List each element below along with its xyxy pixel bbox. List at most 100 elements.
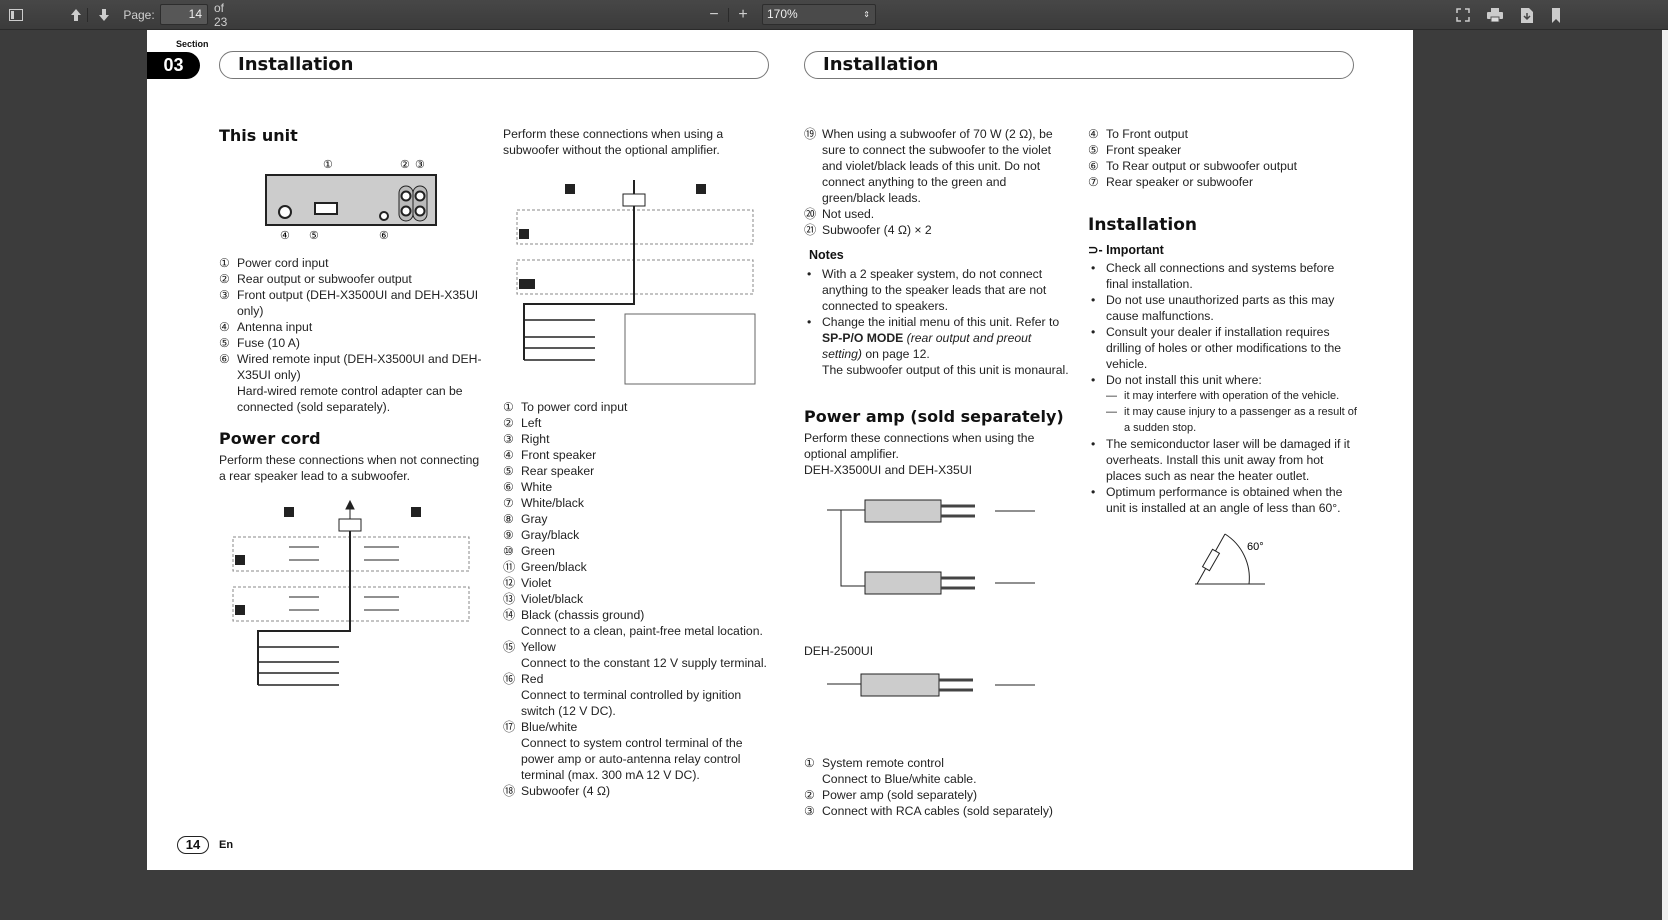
scrollbar[interactable] (1662, 30, 1668, 920)
legend-item: ⑪ Green/black (503, 559, 773, 575)
callout-number: ⑭ (503, 608, 516, 622)
callout-number: ⑯ (503, 672, 516, 686)
callout-number: ⑲ (804, 127, 817, 141)
amp-legend-list: ① System remote control Connect to Blue/w… (804, 755, 1074, 819)
legend-item: ⑲ When using a subwoofer of 70 W (2 Ω), b… (804, 126, 1072, 206)
callout-number: ㉑ (804, 223, 817, 237)
callout-number: ⑪ (503, 560, 516, 574)
bullet-item: Do not install this unit where:it may in… (1088, 372, 1358, 436)
sidebar-toggle-icon[interactable] (6, 0, 26, 30)
legend-item: ⑤ Front speaker (1088, 142, 1358, 158)
amp-diagram-2 (827, 673, 1035, 697)
legend-item: ④ Antenna input (219, 319, 484, 335)
subwoofer-notes-list: ⑲ When using a subwoofer of 70 W (2 Ω), b… (804, 126, 1072, 238)
callout-3: ③ (415, 159, 425, 171)
legend-item: ⑥ Wired remote input (DEH-X3500UI and DEH… (219, 351, 484, 415)
legend-text: Connect with RCA cables (sold separately… (822, 804, 1053, 818)
legend-text: Power amp (sold separately) (822, 788, 978, 802)
bookmark-icon[interactable] (1548, 0, 1564, 30)
callout-number: ③ (219, 288, 230, 302)
legend-text: Rear speaker or subwoofer (1106, 175, 1253, 189)
legend-text: When using a subwoofer of 70 W (2 Ω), be… (822, 127, 1053, 205)
legend-item: ⑥ White (503, 479, 773, 495)
legend-text: Subwoofer (4 Ω) × 2 (822, 223, 932, 237)
legend-item: ② Power amp (sold separately) (804, 787, 1074, 803)
amp-legend-list-2: ④ To Front output ⑤ Front speaker ⑥ To Rear o… (1088, 126, 1358, 190)
legend-item: ② Left (503, 415, 773, 431)
print-icon[interactable] (1485, 0, 1505, 30)
legend-text: Rear speaker (521, 464, 595, 478)
legend-text: To power cord input (521, 400, 628, 414)
legend-text: Right (521, 432, 550, 446)
callout-number: ⑦ (503, 496, 514, 510)
next-page-icon[interactable] (94, 0, 114, 30)
important-text: Important (1106, 243, 1164, 257)
wire-legend-list: ① To power cord input ② Left ③ Right ④ Front sp… (503, 399, 773, 799)
legend-text: Yellow Connect to the constant 12 V supp… (521, 640, 767, 670)
zoom-select[interactable]: 170% ⇕ (762, 4, 876, 25)
header-left: Installation (219, 51, 769, 79)
callout-number: ⑤ (219, 336, 230, 350)
callout-number: ⑤ (1088, 143, 1099, 157)
model-label-1: DEH-X3500UI and DEH-X35UI (804, 463, 972, 477)
previous-page-icon[interactable] (66, 0, 86, 30)
important-icon: ⊃- (1088, 243, 1107, 257)
legend-text: Violet/black (521, 592, 584, 606)
callout-number: ② (219, 272, 230, 286)
callout-number: ③ (503, 432, 514, 446)
callout-number: ⑱ (503, 784, 516, 798)
angle-label: 60° (1247, 541, 1264, 553)
notes-list: With a 2 speaker system, do not connect … (804, 266, 1074, 378)
important-label: ⊃- Important (1088, 242, 1164, 257)
installation-bullets: Check all connections and systems before… (1088, 260, 1358, 516)
zoom-in-icon[interactable]: + (734, 0, 752, 30)
install-angle-diagram: 60° (1195, 533, 1265, 585)
legend-text: System remote control Connect to Blue/wh… (822, 756, 977, 786)
legend-item: ② Rear output or subwoofer output (219, 271, 484, 287)
callout-number: ⑥ (503, 480, 514, 494)
subwoofer-intro: Perform these connections when using a s… (503, 127, 724, 157)
legend-text: Left (521, 416, 542, 430)
page-number-input[interactable]: 14 (160, 4, 208, 25)
footer-page-number: 14 (177, 836, 209, 854)
zoom-value: 170% (767, 7, 798, 21)
download-icon[interactable] (1517, 0, 1537, 30)
legend-text: Front speaker (1106, 143, 1182, 157)
legend-text: Wired remote input (DEH-X3500UI and DEH-… (237, 352, 482, 414)
footer-language: En (219, 839, 234, 851)
fullscreen-icon[interactable] (1453, 0, 1473, 30)
power-cord-wiring-diagram (232, 499, 470, 686)
dash-item: it may cause injury to a passenger as a … (1106, 404, 1358, 436)
legend-text: Rear output or subwoofer output (237, 272, 412, 286)
page-total: of 23 (214, 1, 228, 29)
legend-text: Power cord input (237, 256, 329, 270)
callout-number: ④ (503, 448, 514, 462)
legend-item: ⑬ Violet/black (503, 591, 773, 607)
legend-text: Fuse (10 A) (237, 336, 300, 350)
legend-item: ⑥ To Rear output or subwoofer output (1088, 158, 1358, 174)
callout-number: ⑤ (503, 464, 514, 478)
section-number: 03 (147, 52, 200, 79)
callout-4: ④ (280, 230, 290, 242)
legend-text: Antenna input (237, 320, 313, 334)
power-cord-text: Perform these connections when not conne… (219, 453, 480, 483)
unit-rear-diagram: ① ② ③ ④ ⑤ ⑥ (265, 159, 437, 242)
zoom-out-icon[interactable]: − (705, 0, 723, 30)
note-extra: The subwoofer output of this unit is mon… (822, 363, 1069, 377)
legend-item: ④ Front speaker (503, 447, 773, 463)
bullet-item: Do not use unauthorized parts as this ma… (1088, 292, 1358, 324)
legend-item: ① System remote control Connect to Blue/w… (804, 755, 1074, 787)
menu-reference: SP-P/O MODE (822, 331, 904, 345)
legend-text: Green/black (521, 560, 587, 574)
callout-number: ⑧ (503, 512, 514, 526)
power-amp-text: Perform these connections when using the… (804, 431, 1035, 461)
legend-text: Black (chassis ground) Connect to a clea… (521, 608, 763, 638)
legend-item: ⑤ Fuse (10 A) (219, 335, 484, 351)
page-reference: on page 12. (861, 347, 930, 361)
dash-list: it may interfere with operation of the v… (1106, 388, 1358, 436)
callout-number: ② (503, 416, 514, 430)
callout-number: ⑬ (503, 592, 516, 606)
header-right: Installation (804, 51, 1354, 79)
power-amp-heading: Power amp (sold separately) (804, 407, 1064, 426)
callout-number: ③ (804, 804, 815, 818)
